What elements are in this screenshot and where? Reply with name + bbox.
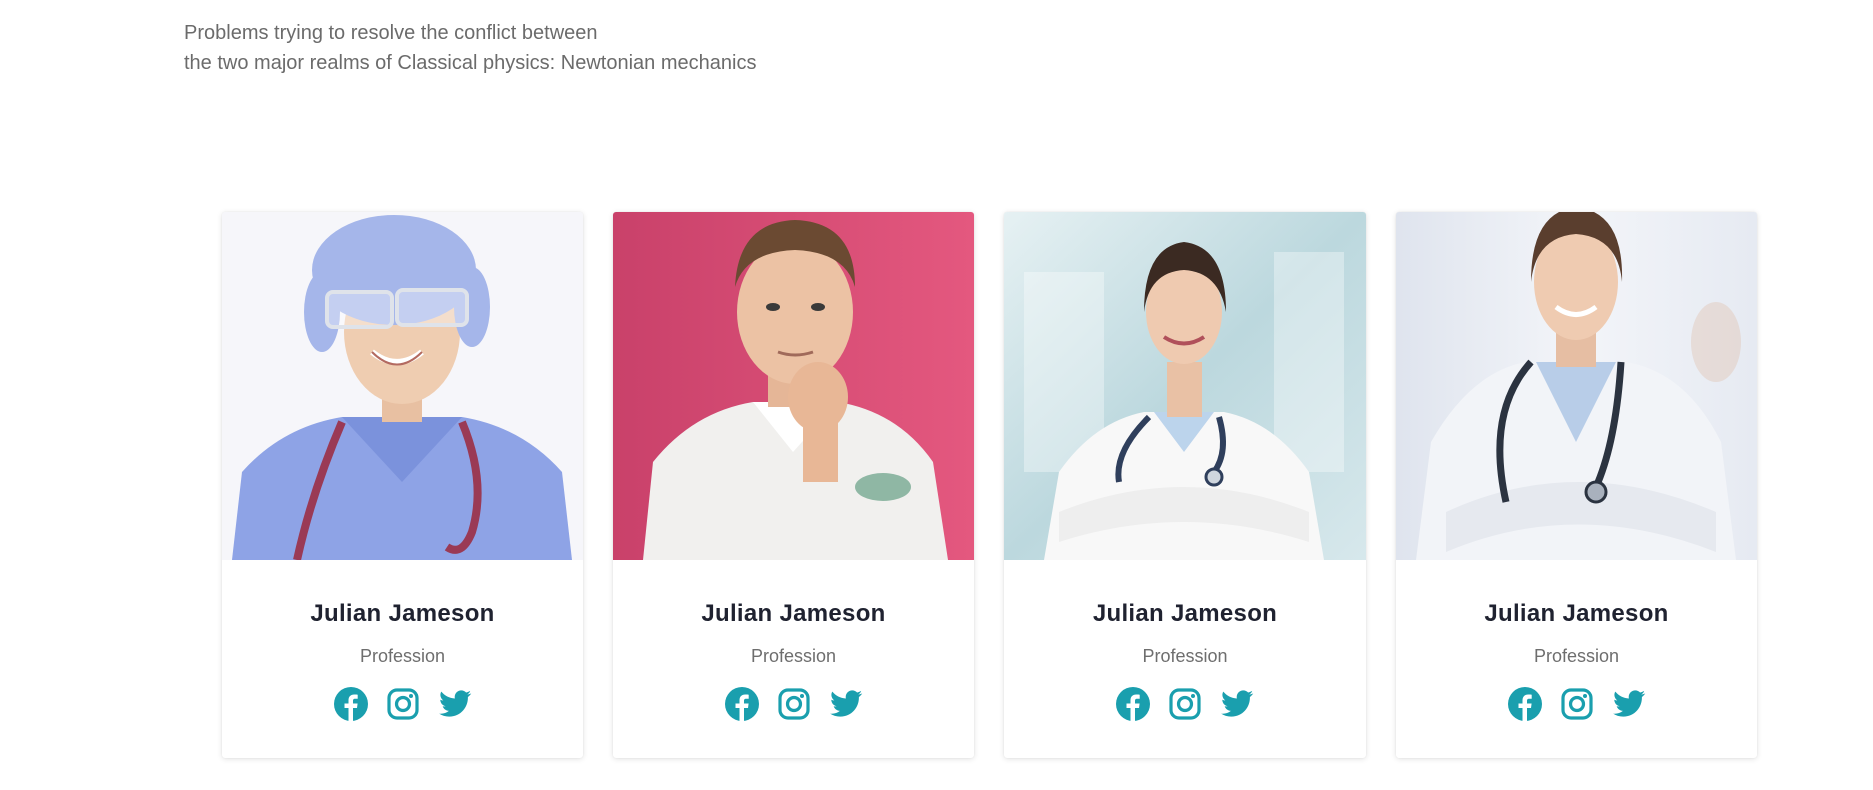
social-links [333, 687, 472, 721]
facebook-icon [1116, 687, 1150, 721]
social-links [1116, 687, 1254, 721]
member-profession: Profession [1533, 646, 1620, 666]
team-grid: Julian Jameson Profession Julian Jameson… [222, 212, 1757, 758]
member-photo [1004, 212, 1366, 560]
instagram-link[interactable] [777, 687, 811, 721]
instagram-icon [1560, 688, 1593, 720]
twitter-link[interactable] [1612, 687, 1646, 721]
team-member-card: Julian Jameson Profession [613, 212, 974, 758]
instagram-link[interactable] [1168, 687, 1202, 721]
instagram-link[interactable] [1560, 687, 1594, 721]
member-profession: Profession [359, 646, 446, 666]
twitter-link[interactable] [829, 687, 863, 721]
member-photo [222, 212, 583, 560]
twitter-link[interactable] [438, 687, 472, 721]
member-profession: Profession [1142, 646, 1228, 666]
member-name: Julian Jameson [1484, 600, 1669, 627]
member-profession: Profession [750, 646, 837, 666]
twitter-icon [438, 690, 471, 717]
facebook-icon [333, 687, 368, 721]
facebook-icon [724, 687, 759, 721]
member-name: Julian Jameson [701, 600, 886, 627]
facebook-icon [1507, 687, 1542, 721]
instagram-link[interactable] [386, 687, 420, 721]
intro-line-1: Problems trying to resolve the conflict … [184, 22, 598, 44]
member-photo [1396, 212, 1757, 560]
intro-text: Problems trying to resolve the conflict … [184, 18, 756, 78]
member-name: Julian Jameson [310, 600, 495, 627]
facebook-link[interactable] [1507, 687, 1542, 721]
member-photo [613, 212, 974, 560]
twitter-icon [829, 690, 862, 717]
instagram-icon [1169, 688, 1201, 720]
twitter-link[interactable] [1220, 687, 1254, 721]
facebook-link[interactable] [724, 687, 759, 721]
facebook-link[interactable] [333, 687, 368, 721]
instagram-icon [777, 688, 810, 720]
intro-line-2: the two major realms of Classical physic… [184, 52, 757, 74]
twitter-icon [1612, 690, 1645, 717]
team-member-card: Julian Jameson Profession [1004, 212, 1366, 758]
team-member-card: Julian Jameson Profession [1396, 212, 1757, 758]
social-links [724, 687, 863, 721]
instagram-icon [386, 688, 419, 720]
team-member-card: Julian Jameson Profession [222, 212, 583, 758]
facebook-link[interactable] [1116, 687, 1150, 721]
social-links [1507, 687, 1646, 721]
member-name: Julian Jameson [1092, 600, 1278, 627]
twitter-icon [1221, 690, 1254, 717]
